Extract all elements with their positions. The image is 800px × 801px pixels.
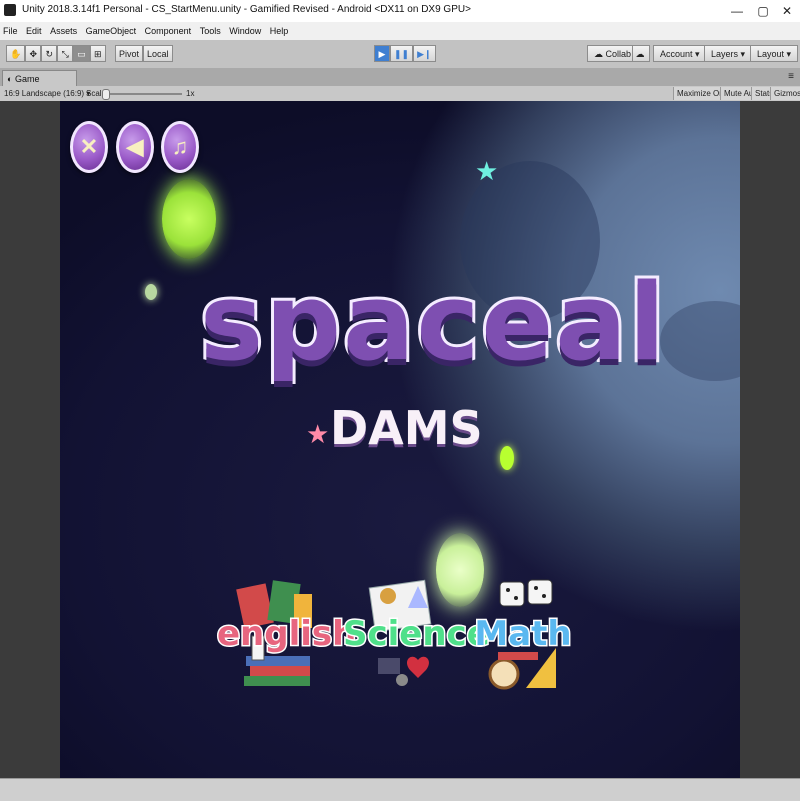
math-label: Math (473, 613, 573, 656)
green-orb (162, 179, 216, 259)
pivot-toggle[interactable]: Pivot (115, 45, 144, 62)
cyan-star-icon: ★ (475, 156, 499, 186)
menu-window[interactable]: Window (226, 22, 264, 36)
scale-tool-icon[interactable]: ⤡ (57, 45, 74, 62)
menu-tools[interactable]: Tools (197, 22, 224, 36)
aspect-label: 16:9 Landscape (16:9) (4, 89, 85, 98)
close-icon[interactable]: ✕ (70, 121, 108, 173)
gizmos-dropdown[interactable]: Gizmos (770, 87, 800, 100)
move-tool-icon[interactable]: ✥ (25, 45, 42, 62)
play-icon[interactable]: ▶ (374, 45, 390, 62)
menu-help[interactable]: Help (267, 22, 292, 36)
tab-game[interactable]: ◐ Game (2, 70, 77, 86)
menu-gameobject[interactable]: GameObject (83, 22, 140, 36)
aspect-dropdown[interactable]: 16:9 Landscape (16:9) ▾ (4, 86, 90, 101)
planet-crater (660, 301, 740, 381)
window-title: Unity 2018.3.14f1 Personal - CS_StartMen… (22, 4, 471, 15)
menu-edit[interactable]: Edit (23, 22, 45, 36)
unity-logo-icon (4, 4, 16, 16)
small-green-orb (500, 446, 514, 470)
main-toolbar: ✋ ✥ ↻ ⤡ ▭ ⊞ Pivot Local ▶ ❚❚ ▶❙ ☁ Collab… (0, 40, 800, 69)
layers-label: Layers (711, 49, 739, 59)
account-dropdown[interactable]: Account ▾ (653, 45, 707, 62)
menu-file[interactable]: File (0, 22, 21, 36)
status-bar (0, 778, 800, 801)
transform-tools: ✋ ✥ ↻ ⤡ ▭ ⊞ (6, 45, 106, 62)
layout-label: Layout (757, 49, 785, 59)
math-button[interactable]: Math (463, 576, 583, 701)
cloud-icon: ☁ (633, 49, 645, 59)
pink-star-icon: ★ (306, 419, 330, 449)
game-view-bar: 16:9 Landscape (16:9) ▾ Scale 1x Maximiz… (0, 86, 800, 102)
scale-value: 1x (186, 89, 195, 98)
scale-slider-track[interactable] (104, 93, 182, 95)
rect-tool-icon[interactable]: ▭ (73, 45, 90, 62)
menu-assets[interactable]: Assets (47, 22, 80, 36)
game-screen: ★ ★ ✕ ◀ ♫ spaceal DAMS english Science M… (60, 101, 740, 778)
english-label: english (216, 613, 358, 656)
game-title: spaceal (197, 258, 668, 387)
rotate-tool-icon[interactable]: ↻ (41, 45, 58, 62)
collab-label: Collab (605, 49, 632, 59)
science-label: Science (342, 613, 492, 656)
tab-game-label: Game (14, 74, 40, 84)
pivot-group: Pivot Local (115, 45, 173, 62)
tab-bar: ◐ Game ≡ (0, 68, 800, 86)
sound-icon[interactable]: ◀ (116, 121, 154, 173)
layers-dropdown[interactable]: Layers ▾ (704, 45, 753, 62)
menu-component[interactable]: Component (142, 22, 195, 36)
window-title-bar: Unity 2018.3.14f1 Personal - CS_StartMen… (0, 0, 800, 23)
hand-tool-icon[interactable]: ✋ (6, 45, 26, 62)
english-button[interactable]: english (216, 576, 358, 701)
transform-tool-icon[interactable]: ⊞ (89, 45, 106, 62)
pause-icon[interactable]: ❚❚ (390, 45, 414, 62)
account-label: Account (660, 49, 693, 59)
game-subtitle: DAMS (330, 401, 483, 455)
menu-bar: File Edit Assets GameObject Component To… (0, 22, 800, 40)
science-button[interactable]: Science (342, 576, 492, 701)
local-toggle[interactable]: Local (143, 45, 173, 62)
music-icon[interactable]: ♫ (161, 121, 199, 173)
tab-menu-icon[interactable]: ≡ (788, 71, 794, 82)
close-window-button[interactable]: ✕ (772, 0, 800, 22)
step-icon[interactable]: ▶❙ (413, 45, 436, 62)
playback-controls: ▶ ❚❚ ▶❙ (374, 45, 436, 62)
cloud-button[interactable]: ☁ (632, 45, 650, 62)
layout-dropdown[interactable]: Layout ▾ (750, 45, 799, 62)
scale-slider-handle[interactable] (102, 89, 110, 100)
small-orb (145, 284, 157, 300)
